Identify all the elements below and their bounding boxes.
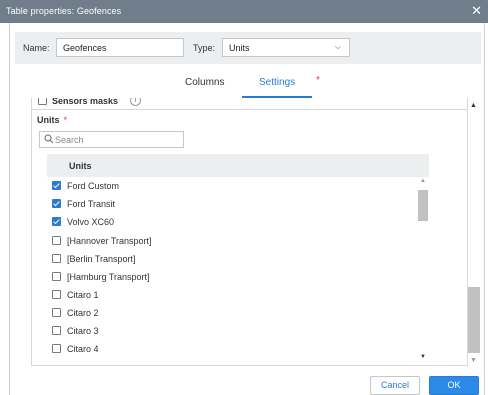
search-input[interactable]: Search — [39, 131, 184, 148]
unit-checkbox[interactable] — [52, 199, 61, 208]
search-placeholder: Search — [55, 135, 84, 145]
unit-checkbox[interactable] — [52, 254, 61, 263]
unit-label: Ford Custom — [67, 181, 120, 191]
info-icon[interactable]: i — [130, 98, 141, 106]
list-item[interactable]: Ford Transit — [47, 195, 417, 213]
list-item[interactable]: Citaro 2 — [47, 304, 417, 322]
scrollbar-thumb[interactable] — [468, 287, 480, 353]
unit-label: Volvo XC60 — [67, 217, 115, 227]
unit-checkbox[interactable] — [52, 272, 61, 281]
units-list-header: Units — [47, 154, 429, 177]
type-select-value: Units — [229, 43, 250, 53]
list-item[interactable]: Citaro 1 — [47, 286, 417, 304]
settings-panel: Sensors masks i Units * Search Units Ford… — [31, 98, 468, 366]
list-item[interactable]: [Hannover Transport] — [47, 232, 417, 250]
unit-checkbox[interactable] — [52, 344, 61, 353]
unit-label: Ford Transit — [67, 199, 116, 209]
unit-checkbox[interactable] — [52, 308, 61, 317]
name-type-bar: Name: Geofences Type: Units ⌵ — [15, 32, 481, 64]
scrollbar-thumb[interactable] — [418, 190, 428, 221]
chevron-down-icon: ⌵ — [334, 42, 341, 51]
scroll-down-icon[interactable]: ▼ — [470, 357, 477, 364]
dialog-titlebar: Table properties: Geofences ✕ — [0, 0, 488, 23]
close-icon[interactable]: ✕ — [471, 3, 482, 19]
ok-button[interactable]: OK — [429, 376, 479, 395]
units-section-title: Units * — [37, 115, 67, 125]
panel-scrollbar[interactable]: ▲ ▼ — [468, 98, 480, 366]
type-select[interactable]: Units ⌵ — [222, 38, 350, 57]
list-item[interactable]: Ford Custom — [47, 177, 417, 195]
units-column-header: Units — [69, 161, 92, 171]
list-item[interactable]: [Hamburg Transport] — [47, 268, 417, 286]
divider — [32, 109, 467, 110]
tab-bar: Columns Settings * — [0, 72, 488, 98]
unit-label: [Hamburg Transport] — [67, 272, 150, 282]
unit-label: [Berlin Transport] — [67, 254, 136, 264]
unit-label: [Hannover Transport] — [67, 236, 152, 246]
unit-label: Citaro 1 — [67, 290, 99, 300]
required-marker: * — [316, 75, 320, 86]
sensors-masks-label: Sensors masks — [52, 98, 119, 106]
name-input[interactable]: Geofences — [56, 38, 184, 57]
unit-label: Citaro 2 — [67, 308, 99, 318]
scroll-up-icon[interactable]: ▲ — [470, 102, 477, 109]
scroll-down-icon[interactable]: ▼ — [420, 354, 426, 360]
sensors-masks-checkbox[interactable] — [38, 98, 47, 105]
type-label: Type: — [193, 43, 216, 53]
unit-checkbox[interactable] — [52, 217, 61, 226]
search-icon — [44, 134, 54, 144]
units-list: Ford Custom Ford Transit Volvo XC60 [Han… — [47, 177, 417, 361]
unit-checkbox[interactable] — [52, 290, 61, 299]
unit-label: Citaro 4 — [67, 344, 99, 354]
name-label: Name: — [23, 43, 50, 53]
scroll-up-icon[interactable]: ▲ — [420, 178, 426, 184]
tab-settings[interactable]: Settings — [259, 77, 295, 88]
cancel-button[interactable]: Cancel — [370, 376, 420, 395]
units-title-label: Units — [37, 115, 60, 125]
unit-checkbox[interactable] — [52, 181, 61, 190]
tab-columns[interactable]: Columns — [185, 77, 224, 88]
unit-checkbox[interactable] — [52, 326, 61, 335]
dialog-title: Table properties: Geofences — [6, 6, 122, 16]
list-item[interactable]: Citaro 4 — [47, 340, 417, 358]
required-marker: * — [63, 115, 68, 125]
list-item[interactable]: Citaro 3 — [47, 322, 417, 340]
unit-checkbox[interactable] — [52, 236, 61, 245]
units-list-scrollbar[interactable]: ▲ ▼ — [418, 177, 428, 361]
list-item[interactable]: Volvo XC60 — [47, 213, 417, 231]
unit-label: Citaro 3 — [67, 326, 99, 336]
list-item[interactable]: [Berlin Transport] — [47, 250, 417, 268]
